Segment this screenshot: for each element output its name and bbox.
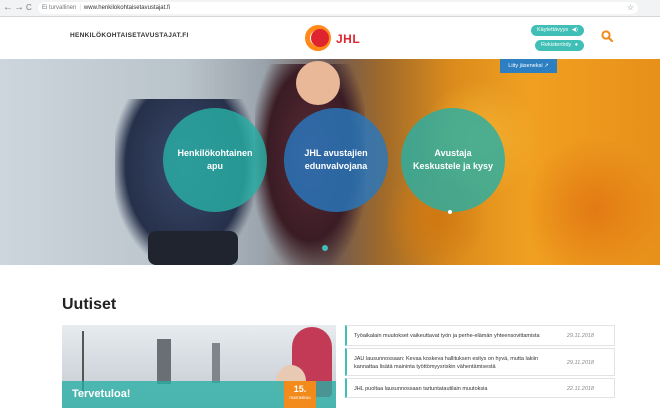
hero-link-advocacy[interactable]: JHL avustajien edunvalvojana	[284, 108, 388, 212]
decor-dot	[448, 210, 452, 214]
news-item[interactable]: Työaikalain muutokset vaikeuttavat työn …	[345, 325, 615, 346]
join-member-button[interactable]: Liity jäseneksi ↗	[500, 59, 557, 73]
insecure-indicator[interactable]: Ei turvallinen	[42, 5, 76, 11]
featured-news-title: Tervetuloa!	[72, 388, 131, 400]
jhl-logo[interactable]: JHL	[305, 25, 371, 51]
site-header: HENKILÖKOHTAISETAVUSTAJAT.FI JHL Käytett…	[0, 17, 660, 59]
address-bar[interactable]: Ei turvallinen | www.henkilokohtaisetavust…	[38, 2, 638, 14]
hero-link-discuss[interactable]: Avustaja Keskustele ja kysy	[401, 108, 505, 212]
date-month: marraskuu	[289, 395, 311, 400]
register-button[interactable]: Rekisteröidy ●	[535, 40, 585, 51]
back-icon[interactable]: ←	[3, 2, 13, 14]
join-member-label: Liity jäseneksi	[508, 63, 543, 69]
news-item-title: Työaikalain muutokset vaikeuttavat työn …	[354, 333, 540, 339]
featured-date-badge: 15. marraskuu	[284, 381, 316, 408]
hero-link-label: Avustaja Keskustele ja kysy	[412, 148, 494, 171]
news-section-title: Uutiset	[62, 296, 117, 313]
news-item[interactable]: JHL puoltaa lausunnossaan tartuntatautil…	[345, 378, 615, 398]
accessibility-label: Käytettävyys	[537, 27, 569, 33]
url-text: www.henkilokohtaisetavustajat.fi	[83, 5, 170, 11]
external-link-icon: ↗	[544, 63, 549, 69]
date-day: 15.	[293, 384, 307, 394]
decor-dot	[322, 245, 328, 251]
news-item-title: JHL puoltaa lausunnossaan tartuntatautil…	[354, 386, 488, 392]
news-item[interactable]: JAU lausunnossaan: Kevaa koskeva hallitu…	[345, 348, 615, 376]
user-icon: ●	[574, 42, 579, 48]
reload-icon[interactable]: C	[26, 2, 32, 14]
bookmark-star-icon[interactable]: ☆	[627, 2, 634, 14]
hero-link-personal-assistance[interactable]: Henkilökohtainen apu	[163, 108, 267, 212]
news-item-date: 29.11.2018	[566, 333, 594, 339]
accessibility-button[interactable]: Käytettävyys ◀)	[531, 25, 584, 36]
site-name-link[interactable]: HENKILÖKOHTAISETAVUSTAJAT.FI	[70, 32, 189, 39]
hero-link-label: Henkilökohtainen apu	[177, 148, 253, 171]
logo-text: JHL	[336, 32, 361, 46]
hero-link-label: JHL avustajien edunvalvojana	[304, 148, 368, 171]
logo-dot-icon	[311, 29, 329, 47]
news-item-title: JAU lausunnossaan: Kevaa koskeva hallitu…	[354, 356, 539, 370]
speaker-icon: ◀)	[571, 27, 578, 33]
news-item-date: 22.11.2018	[566, 386, 594, 392]
browser-toolbar: ← → C Ei turvallinen | www.henkilokohtaise…	[0, 0, 660, 17]
hero-photo-face	[296, 61, 340, 105]
register-label: Rekisteröidy	[541, 42, 572, 48]
search-icon[interactable]	[601, 30, 613, 42]
forward-icon[interactable]: →	[14, 2, 24, 14]
news-item-date: 29.11.2018	[566, 360, 594, 366]
